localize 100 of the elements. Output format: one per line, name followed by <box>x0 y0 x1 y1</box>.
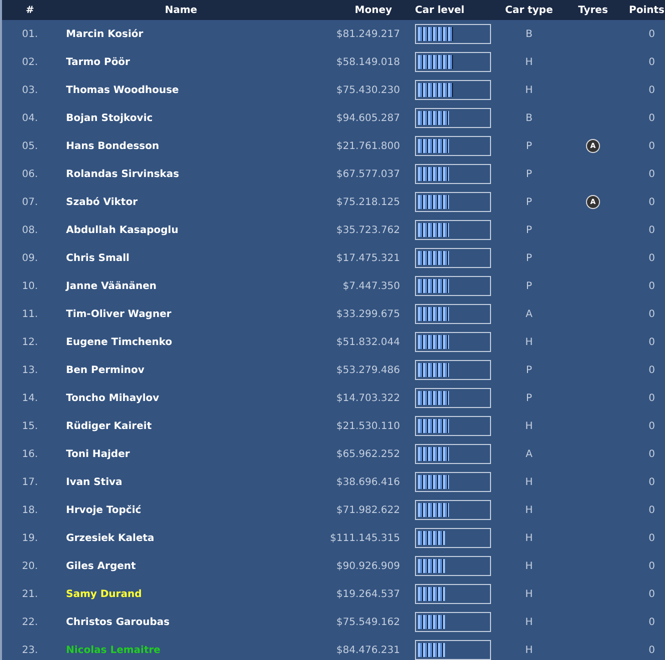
car-type-text: A <box>524 308 534 320</box>
position-text: 09. <box>21 252 39 264</box>
money-text: $111.145.315 <box>329 532 400 544</box>
driver-name: Abdullah Kasapoglu <box>65 224 180 236</box>
points-text: 0 <box>648 420 656 432</box>
column-header: # <box>24 4 36 16</box>
driver-name: Tarmo Pöör <box>65 56 131 68</box>
money-text: $67.577.037 <box>335 168 400 180</box>
driver-name: Marcin Kosiór <box>65 28 144 40</box>
money-text: $17.475.321 <box>335 252 400 264</box>
money-text: $38.696.416 <box>335 476 400 488</box>
car-type-text: P <box>524 196 534 208</box>
points-text: 0 <box>648 588 656 600</box>
driver-name: Grzesiek Kaleta <box>65 532 156 544</box>
driver-name: Toni Hajder <box>65 448 131 460</box>
car-type-text: P <box>524 364 534 376</box>
driver-name: Christos Garoubas <box>65 616 171 628</box>
money-text: $65.962.252 <box>335 448 400 460</box>
money-text: $53.279.486 <box>335 364 400 376</box>
position-text: 22. <box>21 616 39 628</box>
driver-name: Toncho Mihaylov <box>65 392 160 404</box>
car-type-text: H <box>524 616 534 628</box>
points-text: 0 <box>648 112 656 124</box>
position-text: 03. <box>21 84 39 96</box>
points-text: 0 <box>648 532 656 544</box>
money-text: $75.218.125 <box>335 196 400 208</box>
car-type-text: B <box>524 112 534 124</box>
points-text: 0 <box>648 224 656 236</box>
car-type-text: H <box>524 560 534 572</box>
position-text: 20. <box>21 560 39 572</box>
driver-name: Chris Small <box>65 252 130 264</box>
driver-name: Hans Bondesson <box>65 140 160 152</box>
points-text: 0 <box>648 476 656 488</box>
car-type-text: P <box>524 224 534 236</box>
car-type-text: P <box>524 140 534 152</box>
car-type-text: H <box>524 476 534 488</box>
money-text: $51.832.044 <box>335 336 400 348</box>
column-header: Name <box>164 4 198 16</box>
column-header: Car type <box>504 4 554 16</box>
points-text: 0 <box>648 560 656 572</box>
position-text: 19. <box>21 532 39 544</box>
points-text: 0 <box>648 504 656 516</box>
position-text: 10. <box>21 280 39 292</box>
driver-name: Bojan Stojkovic <box>65 112 154 124</box>
points-text: 0 <box>648 280 656 292</box>
driver-name: Rüdiger Kaireit <box>65 420 153 432</box>
driver-name: Samy Durand <box>65 588 143 600</box>
money-text: $7.447.350 <box>342 280 400 292</box>
car-type-text: P <box>524 168 534 180</box>
money-text: $19.264.537 <box>335 588 400 600</box>
driver-name: Ivan Stiva <box>65 476 124 488</box>
position-text: 15. <box>21 420 39 432</box>
position-text: 06. <box>21 168 39 180</box>
points-text: 0 <box>648 196 656 208</box>
car-type-text: H <box>524 588 534 600</box>
money-text: $35.723.762 <box>335 224 400 236</box>
points-text: 0 <box>648 252 656 264</box>
points-text: 0 <box>648 364 656 376</box>
position-text: 08. <box>21 224 39 236</box>
money-text: $81.249.217 <box>335 28 400 40</box>
money-text: $90.926.909 <box>335 560 400 572</box>
position-text: 11. <box>21 308 39 320</box>
position-text: 07. <box>21 196 39 208</box>
position-text: 13. <box>21 364 39 376</box>
column-header: Points <box>629 4 665 16</box>
car-type-text: P <box>524 392 534 404</box>
points-text: 0 <box>648 84 656 96</box>
car-type-text: P <box>524 280 534 292</box>
driver-name: Janne Väänänen <box>64 280 158 292</box>
money-text: $71.982.622 <box>335 504 400 516</box>
money-text: $94.605.287 <box>335 112 400 124</box>
points-text: 0 <box>648 308 656 320</box>
car-type-text: H <box>524 504 534 516</box>
position-text: 18. <box>21 504 39 516</box>
driver-name: Ben Perminov <box>65 364 146 376</box>
points-text: 0 <box>648 644 656 656</box>
position-text: 01. <box>21 28 39 40</box>
driver-name: Rolandas Sirvinskas <box>65 168 180 180</box>
car-type-text: P <box>524 252 534 264</box>
points-text: 0 <box>648 168 656 180</box>
points-text: 0 <box>648 616 656 628</box>
money-text: $75.430.230 <box>335 84 400 96</box>
car-type-text: B <box>524 28 534 40</box>
driver-name: Tim-Oliver Wagner <box>65 308 172 320</box>
points-text: 0 <box>648 140 656 152</box>
position-text: 21. <box>21 588 39 600</box>
points-text: 0 <box>648 56 656 68</box>
position-text: 23. <box>21 644 39 656</box>
driver-name: Szabó Viktor <box>65 196 139 208</box>
position-text: 12. <box>21 336 39 348</box>
driver-name: Thomas Woodhouse <box>65 84 180 96</box>
money-text: $33.299.675 <box>335 308 400 320</box>
position-text: 14. <box>21 392 39 404</box>
car-type-text: H <box>524 56 534 68</box>
position-text: 02. <box>21 56 39 68</box>
position-text: 04. <box>21 112 39 124</box>
points-text: 0 <box>648 336 656 348</box>
car-type-text: H <box>524 644 534 656</box>
car-type-text: H <box>524 336 534 348</box>
points-text: 0 <box>648 448 656 460</box>
